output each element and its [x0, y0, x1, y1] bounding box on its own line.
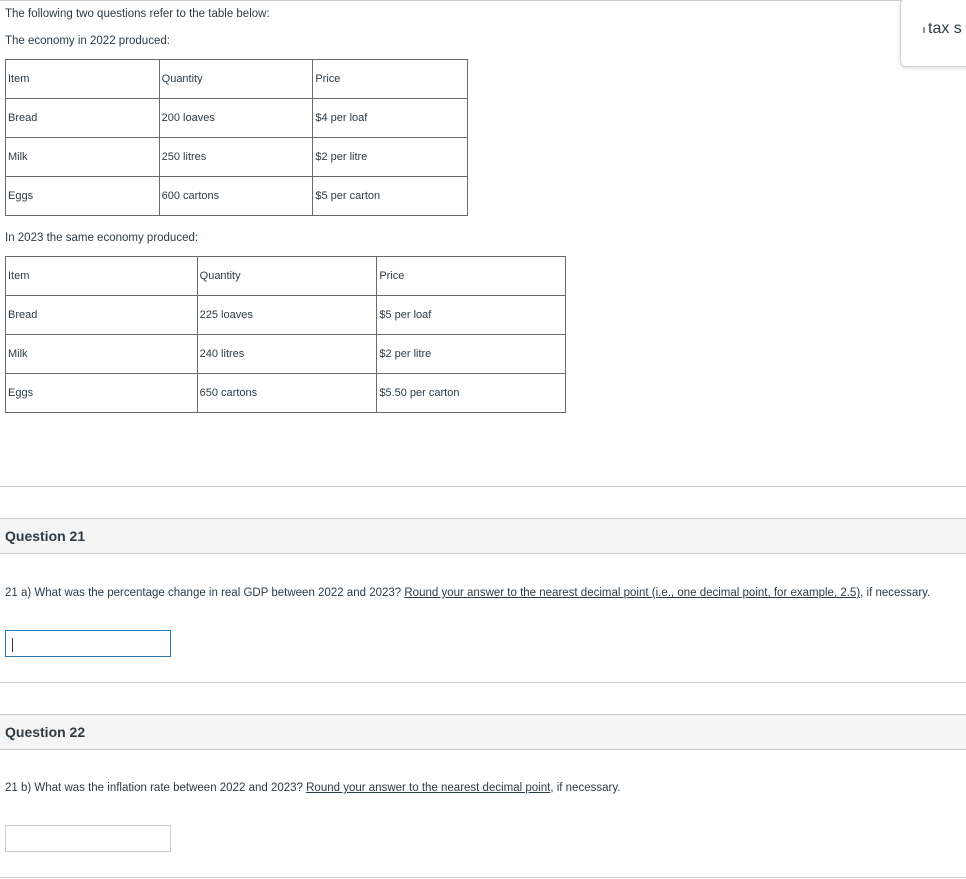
question-22-header: Question 22	[0, 714, 966, 750]
cell-quantity: 200 loaves	[158, 98, 314, 138]
header-price: Price	[312, 59, 468, 99]
cell-price: $2 per litre	[312, 137, 468, 177]
question-22-text: 21 b) What was the inflation rate betwee…	[5, 782, 307, 794]
question-21-answer-input[interactable]	[5, 630, 171, 657]
question-22-answer-input[interactable]	[5, 825, 171, 852]
header-quantity: Quantity	[196, 256, 378, 296]
question-21-title: Question 21	[5, 528, 86, 544]
section-divider	[0, 877, 966, 878]
question-22-rounding-link[interactable]: Round your answer to the nearest decimal…	[306, 782, 550, 794]
header-item: Item	[5, 256, 198, 296]
cell-quantity: 240 litres	[196, 334, 378, 374]
header-item: Item	[5, 59, 160, 99]
popover-marker	[923, 27, 925, 33]
question-21-rounding-link[interactable]: Round your answer to the nearest decimal…	[404, 587, 860, 599]
cell-price: $4 per loaf	[312, 98, 468, 138]
table-2022: Item Quantity Price Bread 200 loaves $4 …	[5, 59, 468, 216]
table-2023: Item Quantity Price Bread 225 loaves $5 …	[5, 256, 566, 413]
table-row: Milk 240 litres $2 per litre	[5, 334, 566, 374]
top-border	[0, 0, 966, 1]
cell-item: Milk	[5, 334, 198, 374]
question-21-header: Question 21	[0, 518, 966, 554]
question-21-text: 21 a) What was the percentage change in …	[5, 587, 405, 599]
table-header-row: Item Quantity Price	[5, 256, 566, 296]
header-quantity: Quantity	[158, 59, 314, 99]
cell-quantity: 650 cartons	[196, 373, 378, 413]
cell-quantity: 250 litres	[158, 137, 314, 177]
popover-text: tax s	[928, 20, 962, 37]
table-row: Eggs 650 cartons $5.50 per carton	[5, 373, 566, 413]
header-price: Price	[376, 256, 566, 296]
intro-line-1: The following two questions refer to the…	[5, 8, 270, 20]
table-row: Eggs 600 cartons $5 per carton	[5, 176, 468, 216]
question-22-title: Question 22	[5, 724, 86, 740]
intro-line-3: In 2023 the same economy produced:	[5, 232, 199, 244]
table-row: Bread 225 loaves $5 per loaf	[5, 295, 566, 335]
question-21-text-end: , if necessary.	[860, 587, 931, 599]
cell-quantity: 225 loaves	[196, 295, 378, 335]
text-caret	[12, 638, 13, 652]
section-divider	[0, 486, 966, 487]
cell-item: Bread	[5, 98, 160, 138]
cell-price: $2 per litre	[376, 334, 566, 374]
question-22-prompt: 21 b) What was the inflation rate betwee…	[5, 782, 620, 794]
cell-quantity: 600 cartons	[158, 176, 314, 216]
table-header-row: Item Quantity Price	[5, 59, 468, 99]
cell-price: $5.50 per carton	[376, 373, 566, 413]
cell-item: Milk	[5, 137, 160, 177]
cell-item: Eggs	[5, 373, 198, 413]
cell-item: Bread	[5, 295, 198, 335]
cell-item: Eggs	[5, 176, 160, 216]
intro-line-2: The economy in 2022 produced:	[5, 35, 170, 47]
table-row: Milk 250 litres $2 per litre	[5, 137, 468, 177]
cell-price: $5 per loaf	[376, 295, 566, 335]
cell-price: $5 per carton	[312, 176, 468, 216]
question-22-text-end: , if necessary.	[550, 782, 621, 794]
section-divider	[0, 682, 966, 683]
popover-card[interactable]: tax s	[900, 0, 966, 67]
table-row: Bread 200 loaves $4 per loaf	[5, 98, 468, 138]
question-21-prompt: 21 a) What was the percentage change in …	[5, 587, 930, 599]
